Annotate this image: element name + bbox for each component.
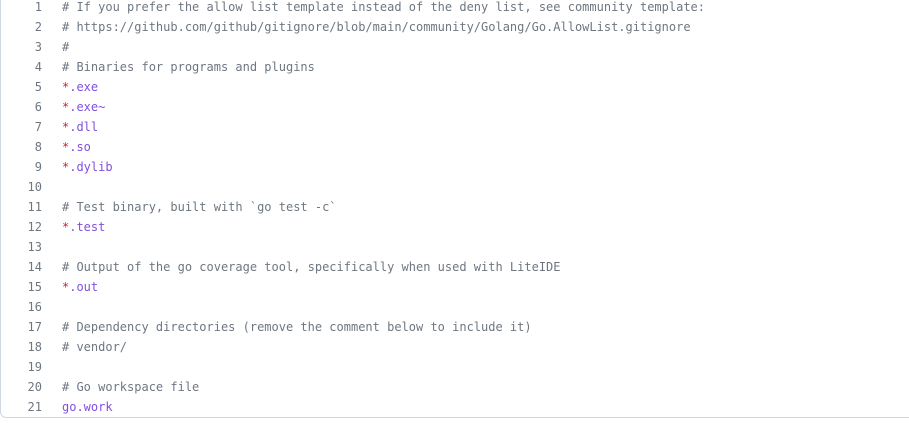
line-number[interactable]: 9: [1, 160, 42, 174]
code-line: 16: [1, 297, 909, 317]
line-code: *.exe: [62, 80, 98, 94]
comment-text: # vendor/: [62, 340, 128, 354]
glob-pattern: go.work: [62, 400, 113, 414]
line-code: *.exe~: [62, 100, 105, 114]
line-number[interactable]: 8: [1, 140, 42, 154]
line-code: #: [62, 40, 69, 54]
line-code: # Go workspace file: [62, 380, 199, 394]
code-viewer: 1 # If you prefer the allow list template…: [0, 0, 909, 418]
comment-text: # Binaries for programs and plugins: [62, 60, 315, 74]
code-line: 17 # Dependency directories (remove the c…: [1, 317, 909, 337]
line-code: # vendor/: [62, 340, 127, 354]
code-line: 10: [1, 177, 909, 197]
code-line: 8 *.so: [1, 137, 909, 157]
comment-text: # Dependency directories (remove the com…: [62, 320, 532, 334]
code-line: 4 # Binaries for programs and plugins: [1, 57, 909, 77]
code-line: 13: [1, 237, 909, 257]
line-number[interactable]: 5: [1, 80, 42, 94]
comment-text: # If you prefer the allow list template …: [62, 0, 705, 14]
code-line: 14 # Output of the go coverage tool, spec…: [1, 257, 909, 277]
line-code: # Output of the go coverage tool, specif…: [62, 260, 561, 274]
code-line: 3 #: [1, 37, 909, 57]
line-number[interactable]: 3: [1, 40, 42, 54]
glob-pattern: .test: [69, 220, 106, 234]
glob-pattern: .dylib: [69, 160, 113, 174]
glob-pattern: .out: [69, 280, 99, 294]
code-line: 7 *.dll: [1, 117, 909, 137]
line-code: # https://github.com/github/gitignore/bl…: [62, 20, 691, 34]
code-line: 15 *.out: [1, 277, 909, 297]
line-number[interactable]: 13: [1, 240, 42, 254]
line-number[interactable]: 16: [1, 300, 42, 314]
code-line: 19: [1, 357, 909, 377]
line-number[interactable]: 20: [1, 380, 42, 394]
line-number[interactable]: 6: [1, 100, 42, 114]
glob-pattern: .exe: [69, 80, 99, 94]
line-code: *.dll: [62, 120, 98, 134]
code-line: 12 *.test: [1, 217, 909, 237]
line-number[interactable]: 21: [1, 400, 42, 414]
glob-pattern: .exe~: [69, 100, 106, 114]
line-number[interactable]: 15: [1, 280, 42, 294]
line-number[interactable]: 4: [1, 60, 42, 74]
comment-text: # Output of the go coverage tool, specif…: [62, 260, 561, 274]
code-line: 1 # If you prefer the allow list template…: [1, 0, 909, 17]
comment-text: # Test binary, built with `go test -c`: [62, 200, 337, 214]
line-code: *.dylib: [62, 160, 113, 174]
line-number[interactable]: 11: [1, 200, 42, 214]
line-number[interactable]: 18: [1, 340, 42, 354]
line-number[interactable]: 7: [1, 120, 42, 134]
code-line: 11 # Test binary, built with `go test -c`: [1, 197, 909, 217]
line-code: # If you prefer the allow list template …: [62, 0, 705, 14]
code-line: 21 go.work: [1, 397, 909, 417]
line-number[interactable]: 17: [1, 320, 42, 334]
glob-pattern: .so: [69, 140, 91, 154]
comment-text: # Go workspace file: [62, 380, 200, 394]
line-code: # Binaries for programs and plugins: [62, 60, 315, 74]
glob-pattern: .dll: [69, 120, 99, 134]
code-line: 6 *.exe~: [1, 97, 909, 117]
line-code: *.out: [62, 280, 98, 294]
code-line: 2 # https://github.com/github/gitignore/b…: [1, 17, 909, 37]
line-code: go.work: [62, 400, 113, 414]
code-line: 20 # Go workspace file: [1, 377, 909, 397]
code-line: 5 *.exe: [1, 77, 909, 97]
comment-text: # https://github.com/github/gitignore/bl…: [62, 20, 691, 34]
line-number[interactable]: 1: [1, 0, 42, 14]
comment-text: #: [62, 40, 70, 54]
line-number[interactable]: 12: [1, 220, 42, 234]
code-line: 9 *.dylib: [1, 157, 909, 177]
line-code: # Dependency directories (remove the com…: [62, 320, 532, 334]
line-code: *.so: [62, 140, 91, 154]
line-number[interactable]: 14: [1, 260, 42, 274]
line-number[interactable]: 10: [1, 180, 42, 194]
line-code: # Test binary, built with `go test -c`: [62, 200, 337, 214]
line-number[interactable]: 19: [1, 360, 42, 374]
line-code: *.test: [62, 220, 105, 234]
code-line: 18 # vendor/: [1, 337, 909, 357]
line-number[interactable]: 2: [1, 20, 42, 34]
